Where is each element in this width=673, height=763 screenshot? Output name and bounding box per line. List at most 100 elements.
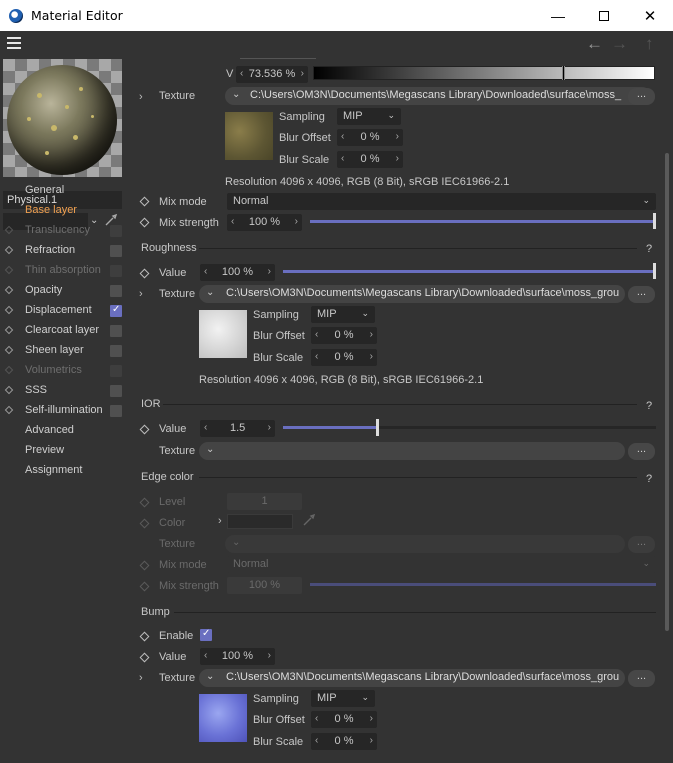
roughness-slider[interactable] xyxy=(283,270,656,273)
sidebar-item-sheen-layer[interactable]: Sheen layer xyxy=(25,344,84,356)
sampling-select[interactable]: MIP ⌄ xyxy=(311,306,375,323)
keyframe-diamond-icon[interactable] xyxy=(4,405,14,415)
forward-arrow-icon[interactable]: → xyxy=(611,34,628,54)
chevron-down-icon[interactable]: ⌄ xyxy=(90,215,98,226)
chevron-down-icon[interactable]: ⌄ xyxy=(232,89,240,100)
chevron-down-icon[interactable]: ⌄ xyxy=(232,537,240,548)
roughness-texture-more-button[interactable]: ... xyxy=(628,286,655,303)
mix-strength-fill xyxy=(310,220,656,223)
edge-mix-strength-slider[interactable] xyxy=(310,583,656,586)
texture-expand-chevron[interactable]: › xyxy=(139,91,143,103)
sidebar-item-checkbox[interactable] xyxy=(110,405,122,417)
edge-color-help-icon[interactable]: ? xyxy=(646,473,652,485)
texture-path-field[interactable]: ⌄ C:\Users\OM3N\Documents\Megascans Libr… xyxy=(225,87,651,105)
sidebar-item-sss[interactable]: SSS xyxy=(25,384,47,396)
sidebar-item-checkbox[interactable] xyxy=(110,285,122,297)
roughness-handle[interactable] xyxy=(653,263,656,279)
sidebar-item-self-illumination[interactable]: Self-illumination xyxy=(25,404,103,416)
sidebar-item-thin-absorption[interactable]: Thin absorption xyxy=(25,264,101,276)
ior-help-icon[interactable]: ? xyxy=(646,400,652,412)
keyframe-diamond-icon[interactable] xyxy=(4,285,14,295)
bump-value-spinner[interactable]: ‹ 100 % › xyxy=(200,648,275,665)
bump-texture-path-field[interactable]: ⌄ C:\Users\OM3N\Documents\Megascans Libr… xyxy=(199,669,625,687)
blur-scale-spinner[interactable]: ‹ 0 % › xyxy=(311,349,377,366)
sidebar-item-checkbox[interactable] xyxy=(110,345,122,357)
texture-expand-chevron[interactable]: › xyxy=(139,672,143,684)
ior-texture-more-button[interactable]: ... xyxy=(628,443,655,460)
edge-texture-path-field[interactable]: ⌄ xyxy=(225,535,625,553)
bump-enable-checkbox[interactable] xyxy=(200,628,212,641)
mix-mode-select[interactable]: Normal ⌄ xyxy=(227,193,656,210)
sidebar-item-preview[interactable]: Preview xyxy=(25,444,64,456)
sidebar-item-general[interactable]: General xyxy=(25,184,64,196)
v-value-spinner[interactable]: ‹ 73.536 % › xyxy=(236,66,308,83)
sidebar-item-checkbox[interactable] xyxy=(110,385,122,397)
ior-handle[interactable] xyxy=(376,419,379,436)
sidebar-item-advanced[interactable]: Advanced xyxy=(25,424,74,436)
sidebar-item-opacity[interactable]: Opacity xyxy=(25,284,62,296)
sidebar-item-base-layer[interactable]: Base layer xyxy=(25,204,77,216)
sidebar-item-checkbox[interactable] xyxy=(110,304,122,317)
texture-thumbnail[interactable] xyxy=(225,112,273,160)
sidebar-item-volumetrics[interactable]: Volumetrics xyxy=(25,364,82,376)
sidebar-item-displacement[interactable]: Displacement xyxy=(25,304,92,316)
level-value[interactable]: 1 xyxy=(227,493,302,510)
minimize-button[interactable]: — xyxy=(535,0,581,31)
ior-value-spinner[interactable]: ‹ 1.5 › xyxy=(200,420,275,437)
keyframe-diamond-icon[interactable] xyxy=(4,265,14,275)
keyframe-diamond-icon[interactable] xyxy=(4,385,14,395)
ior-texture-path-field[interactable]: ⌄ xyxy=(199,442,625,460)
sampling-select[interactable]: MIP ⌄ xyxy=(337,108,401,125)
sidebar-item-checkbox[interactable] xyxy=(110,245,122,257)
roughness-texture-path-field[interactable]: ⌄ C:\Users\OM3N\Documents\Megascans Libr… xyxy=(199,285,625,303)
keyframe-diamond-icon[interactable] xyxy=(4,305,14,315)
mix-strength-slider[interactable] xyxy=(310,220,656,223)
mix-strength-handle[interactable] xyxy=(653,213,656,229)
material-preview[interactable] xyxy=(3,59,122,177)
texture-more-button[interactable]: ... xyxy=(628,88,655,105)
menu-icon[interactable] xyxy=(7,37,21,49)
sampling-select[interactable]: MIP ⌄ xyxy=(311,690,375,707)
roughness-value-spinner[interactable]: ‹ 100 % › xyxy=(200,264,275,281)
keyframe-diamond-icon[interactable] xyxy=(4,345,14,355)
chevron-down-icon[interactable]: ⌄ xyxy=(206,671,214,682)
bump-texture-more-button[interactable]: ... xyxy=(628,670,655,687)
edge-color-swatch[interactable] xyxy=(227,514,293,529)
texture-expand-chevron[interactable]: › xyxy=(139,288,143,300)
keyframe-diamond-icon[interactable] xyxy=(4,325,14,335)
sidebar-item-checkbox[interactable] xyxy=(110,225,122,237)
maximize-button[interactable] xyxy=(581,0,627,31)
blur-scale-spinner[interactable]: ‹ 0 % › xyxy=(311,733,377,750)
mix-strength-spinner[interactable]: ‹ 100 % › xyxy=(227,214,302,231)
color-expand-chevron[interactable]: › xyxy=(218,515,222,527)
sidebar-item-checkbox[interactable] xyxy=(110,325,122,337)
value-gradient-handle[interactable] xyxy=(562,66,565,80)
edge-mix-mode-select[interactable]: Normal ⌄ xyxy=(227,556,656,573)
edge-texture-more-button[interactable]: ... xyxy=(628,536,655,553)
roughness-help-icon[interactable]: ? xyxy=(646,243,652,255)
close-button[interactable]: ✕ xyxy=(627,0,673,31)
blur-offset-spinner[interactable]: ‹ 0 % › xyxy=(311,711,377,728)
keyframe-diamond-icon[interactable] xyxy=(4,245,14,255)
blur-offset-spinner[interactable]: ‹ 0 % › xyxy=(311,327,377,344)
sidebar-item-refraction[interactable]: Refraction xyxy=(25,244,75,256)
scrollbar[interactable] xyxy=(665,153,669,631)
ior-slider[interactable] xyxy=(283,426,656,429)
sidebar-item-translucency[interactable]: Translucency xyxy=(25,224,90,236)
bump-texture-thumbnail[interactable] xyxy=(199,694,247,742)
value-gradient-slider[interactable] xyxy=(313,66,655,80)
roughness-texture-thumbnail[interactable] xyxy=(199,310,247,358)
sidebar-item-checkbox[interactable] xyxy=(110,365,122,377)
keyframe-diamond-icon[interactable] xyxy=(4,365,14,375)
sidebar-item-checkbox[interactable] xyxy=(110,265,122,277)
blur-scale-spinner[interactable]: ‹ 0 % › xyxy=(337,151,403,168)
eyedropper-icon[interactable] xyxy=(302,513,316,527)
up-arrow-icon[interactable]: ↑ xyxy=(645,34,654,54)
chevron-down-icon[interactable]: ⌄ xyxy=(206,287,214,298)
sidebar-item-assignment[interactable]: Assignment xyxy=(25,464,82,476)
blur-offset-spinner[interactable]: ‹ 0 % › xyxy=(337,129,403,146)
sidebar-item-clearcoat-layer[interactable]: Clearcoat layer xyxy=(25,324,99,336)
edge-mix-strength-value[interactable]: 100 % xyxy=(227,577,302,594)
chevron-down-icon[interactable]: ⌄ xyxy=(206,444,214,455)
back-arrow-icon[interactable]: ← xyxy=(586,34,603,54)
